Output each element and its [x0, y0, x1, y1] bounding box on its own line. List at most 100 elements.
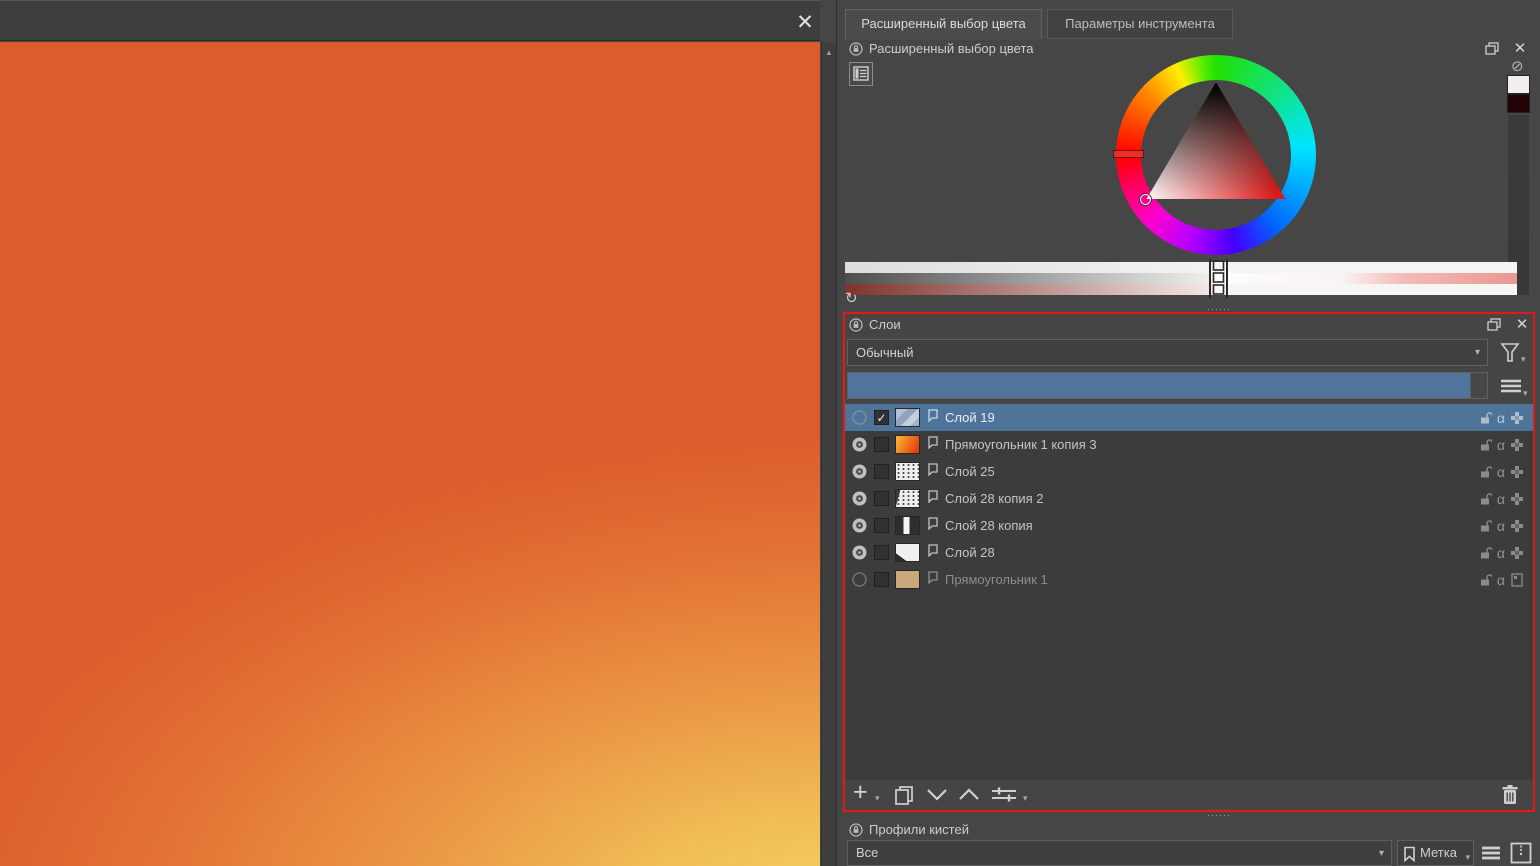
delete-layer-button[interactable] [1501, 784, 1519, 805]
layer-row[interactable]: ✓ Слой 28 копия α [845, 512, 1533, 539]
shade-gradient[interactable] [1215, 273, 1517, 284]
tab-advanced-color-selector[interactable]: Расширенный выбор цвета [845, 9, 1042, 39]
lock-icon[interactable] [1479, 573, 1492, 587]
inherit-alpha-icon[interactable] [1510, 519, 1524, 533]
layer-checkbox[interactable]: ✓ [874, 572, 889, 587]
hue-marker[interactable] [1114, 151, 1143, 157]
opacity-slider[interactable]: Непрозрачность: 100% ▲ ▼ [847, 372, 1488, 399]
layer-row[interactable]: ✓ Слой 28 копия 2 α [845, 485, 1533, 512]
no-color-icon[interactable]: ⊘ [1511, 57, 1524, 75]
lock-icon[interactable] [1479, 411, 1492, 425]
tab-tool-options[interactable]: Параметры инструмента [1047, 9, 1233, 39]
visibility-eye-icon[interactable] [851, 517, 868, 534]
inherit-alpha-icon[interactable] [1510, 438, 1524, 452]
alpha-lock-icon[interactable]: α [1497, 519, 1505, 533]
alpha-lock-icon[interactable]: α [1497, 411, 1505, 425]
layer-thumbnail[interactable] [895, 462, 920, 481]
layer-name[interactable]: Прямоугольник 1 копия 3 [945, 437, 1097, 452]
layer-row[interactable]: ✓ Слой 28 α [845, 539, 1533, 566]
shade-gradient[interactable] [845, 273, 1215, 284]
layer-checkbox[interactable]: ✓ [874, 410, 889, 425]
canvas-viewport[interactable] [0, 42, 820, 866]
hue-ring[interactable] [1116, 55, 1316, 255]
visibility-eye-icon[interactable] [851, 436, 868, 453]
visibility-eye-icon[interactable] [851, 490, 868, 507]
lock-icon[interactable] [1479, 465, 1492, 479]
layer-name[interactable]: Слой 28 копия [945, 518, 1033, 533]
layer-name[interactable]: Слой 25 [945, 464, 995, 479]
close-docker-icon[interactable]: ✕ [1511, 41, 1529, 57]
layer-row[interactable]: ✓ Слой 25 α [845, 458, 1533, 485]
layer-thumbnail[interactable] [895, 543, 920, 562]
layer-checkbox[interactable]: ✓ [874, 437, 889, 452]
lock-icon[interactable] [1479, 492, 1492, 506]
alpha-lock-icon[interactable]: α [1497, 573, 1505, 587]
visibility-eye-icon[interactable] [851, 409, 868, 426]
shade-gradient[interactable] [1215, 262, 1517, 273]
lock-icon[interactable] [1479, 519, 1492, 533]
inherit-alpha-icon[interactable] [1510, 465, 1524, 479]
layer-thumbnail[interactable] [895, 570, 920, 589]
float-docker-icon[interactable] [1487, 318, 1505, 334]
add-layer-button[interactable]: + [853, 781, 868, 803]
shade-selector[interactable] [845, 262, 1517, 295]
docker-lock-icon[interactable] [849, 823, 863, 837]
vertical-scrollbar[interactable]: ▲ [821, 42, 836, 866]
lock-icon[interactable] [1479, 546, 1492, 560]
scroll-up-icon[interactable]: ▲ [822, 42, 836, 57]
layer-checkbox[interactable]: ✓ [874, 518, 889, 533]
layer-row[interactable]: ✓ Прямоугольник 1 копия 3 α [845, 431, 1533, 458]
shade-gradient[interactable] [845, 262, 1215, 273]
layer-checkbox[interactable]: ✓ [874, 545, 889, 560]
brush-list-view-button[interactable] [1479, 841, 1505, 866]
visibility-eye-icon[interactable] [851, 544, 868, 561]
float-docker-icon[interactable] [1485, 42, 1503, 58]
close-icon[interactable]: ✕ [792, 10, 818, 35]
color-cursor[interactable] [1140, 194, 1151, 205]
layer-thumbnail[interactable] [895, 489, 920, 508]
layer-checkbox[interactable]: ✓ [874, 464, 889, 479]
chevron-down-icon[interactable]: ▾ [1023, 793, 1028, 804]
layer-thumbnail[interactable] [895, 516, 920, 535]
shade-selector-handle[interactable] [1208, 259, 1229, 298]
inherit-alpha-icon[interactable] [1510, 411, 1524, 425]
splitter-handle[interactable]: ······ [1207, 812, 1231, 818]
brush-preset-detail-button[interactable] [1508, 840, 1534, 866]
layer-row[interactable]: ✓ Прямоугольник 1 α [845, 566, 1533, 593]
duplicate-layer-button[interactable] [894, 785, 914, 805]
layer-row[interactable]: ✓ Слой 19 α [845, 404, 1533, 431]
opacity-spinner[interactable]: ▲ ▼ [1470, 373, 1487, 398]
layer-name[interactable]: Прямоугольник 1 [945, 572, 1048, 587]
close-docker-icon[interactable]: ✕ [1513, 317, 1531, 333]
visibility-eye-icon[interactable] [851, 463, 868, 480]
color-selector-settings-button[interactable] [849, 62, 873, 86]
alpha-lock-icon[interactable]: α [1497, 546, 1505, 560]
inherit-alpha-icon[interactable] [1510, 546, 1524, 560]
foreground-color-swatch[interactable] [1507, 75, 1530, 94]
lock-icon[interactable] [1479, 438, 1492, 452]
brush-filter-dropdown[interactable]: Все ▾ [847, 840, 1392, 866]
layer-properties-button[interactable] [991, 785, 1017, 805]
layer-thumbnail[interactable] [895, 435, 920, 454]
visibility-eye-icon[interactable] [851, 571, 868, 588]
alpha-lock-icon[interactable]: α [1497, 438, 1505, 452]
inherit-alpha-icon[interactable] [1510, 492, 1524, 506]
layers-menu-button[interactable]: ▾ [1495, 372, 1533, 399]
canvas-titlebar[interactable]: ✕ [0, 0, 820, 41]
refresh-icon[interactable]: ↻ [845, 289, 858, 307]
layer-name[interactable]: Слой 28 [945, 545, 995, 560]
layer-thumbnail[interactable] [895, 408, 920, 427]
alpha-lock-icon[interactable]: α [1497, 465, 1505, 479]
docker-lock-icon[interactable] [849, 42, 863, 56]
alpha-lock-icon[interactable]: α [1497, 492, 1505, 506]
layer-name[interactable]: Слой 28 копия 2 [945, 491, 1044, 506]
move-layer-up-button[interactable] [958, 788, 980, 801]
inherit-alpha-icon[interactable] [1510, 573, 1524, 587]
tag-button[interactable]: Метка ▾ [1397, 840, 1474, 866]
move-layer-down-button[interactable] [926, 788, 948, 801]
blend-mode-dropdown[interactable]: Обычный ▾ [847, 339, 1488, 366]
shade-gradient[interactable] [1215, 284, 1517, 295]
layer-filter-button[interactable]: ▾ [1495, 339, 1533, 366]
background-color-swatch[interactable] [1507, 94, 1530, 113]
layer-name[interactable]: Слой 19 [945, 410, 995, 425]
